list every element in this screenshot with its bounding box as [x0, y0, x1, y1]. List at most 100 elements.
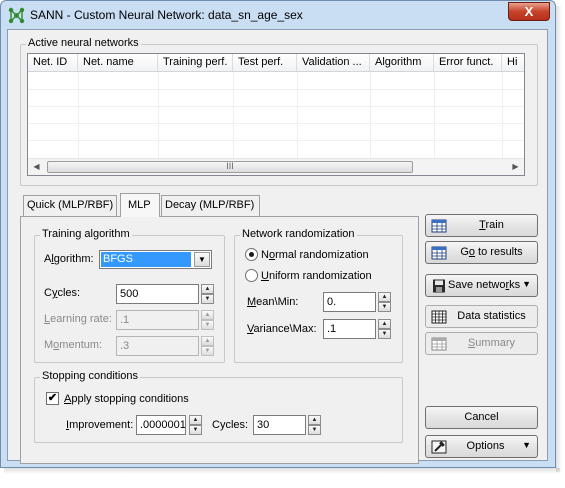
apply-stopping-checkbox[interactable]: ✔ — [46, 392, 59, 405]
network-randomization-label: Network randomization — [240, 228, 357, 240]
spin-down-icon[interactable]: ▼ — [378, 302, 391, 312]
go-to-results-button[interactable]: Go to results — [425, 241, 538, 264]
column-header-algorithm[interactable]: Algorithm — [370, 54, 434, 71]
summary-button[interactable]: Summary — [425, 332, 538, 355]
networks-list-header: Net. ID Net. name Training perf. Test pe… — [28, 54, 524, 72]
stopping-conditions-label: Stopping conditions — [40, 370, 141, 382]
spin-up-icon[interactable]: ▲ — [189, 415, 202, 425]
spin-up-icon[interactable]: ▲ — [201, 310, 214, 320]
momentum-label: Momentum: — [44, 339, 103, 351]
column-header-net-name[interactable]: Net. name — [78, 54, 158, 71]
algorithm-select[interactable]: BFGS ▼ — [99, 250, 212, 269]
scroll-right-icon[interactable]: ▶ — [507, 159, 524, 175]
mean-min-spinner[interactable]: ▲ ▼ — [378, 292, 391, 312]
floppy-disk-icon — [433, 279, 445, 293]
mean-min-field[interactable]: 0. — [323, 292, 376, 312]
scroll-thumb[interactable]: III — [47, 161, 413, 173]
options-button[interactable]: Options ▼ — [425, 435, 538, 458]
grid-line — [502, 72, 503, 158]
uniform-randomization-radio[interactable] — [245, 269, 258, 282]
results-grid-icon — [431, 246, 447, 260]
learning-rate-label: Learning rate: — [44, 313, 112, 325]
variance-max-spinner[interactable]: ▲ ▼ — [378, 319, 391, 339]
normal-randomization-radio[interactable] — [245, 248, 258, 261]
tab-mlp[interactable]: MLP — [120, 193, 160, 217]
cancel-label: Cancel — [464, 411, 499, 423]
grid-line — [233, 72, 234, 158]
cycles-label: Cycles: — [44, 287, 81, 299]
close-button[interactable]: X — [508, 2, 550, 21]
close-icon: X — [524, 4, 534, 19]
apply-stopping-label[interactable]: Apply stopping conditions — [64, 393, 189, 405]
spin-down-icon[interactable]: ▼ — [201, 320, 214, 330]
cycles-spinner[interactable]: ▲ ▼ — [201, 284, 214, 304]
column-header-hidden[interactable]: Hi — [502, 54, 524, 71]
summary-label: Summary — [467, 337, 516, 349]
tab-decay[interactable]: Decay (MLP/RBF) — [161, 195, 260, 216]
networks-list[interactable]: Net. ID Net. name Training perf. Test pe… — [27, 53, 525, 176]
horizontal-scrollbar[interactable]: ◀ III ▶ — [28, 158, 524, 175]
algorithm-selected-value: BFGS — [101, 252, 191, 267]
data-statistics-button[interactable]: Data statistics — [425, 305, 538, 328]
improvement-label: Improvement: — [66, 419, 134, 431]
save-networks-button[interactable]: Save networks ▼ — [425, 274, 538, 297]
options-label: Options — [466, 440, 505, 452]
go-to-results-label: Go to results — [460, 246, 523, 258]
mean-min-label: Mean\Min: — [247, 296, 299, 308]
stop-cycles-label: Cycles: — [212, 419, 249, 431]
spin-down-icon[interactable]: ▼ — [189, 425, 202, 435]
spin-down-icon[interactable]: ▼ — [201, 346, 214, 356]
networks-list-body[interactable] — [28, 72, 524, 158]
chevron-down-icon[interactable]: ▼ — [194, 252, 210, 267]
column-header-error-funct[interactable]: Error funct. — [434, 54, 502, 71]
learning-rate-field[interactable]: .1 — [116, 310, 199, 330]
train-button[interactable]: Train — [425, 214, 538, 237]
column-header-test-perf[interactable]: Test perf. — [233, 54, 297, 71]
neural-network-icon — [8, 7, 25, 24]
tab-decay-label: Decay (MLP/RBF) — [165, 199, 255, 211]
grid-line — [158, 72, 159, 158]
momentum-field[interactable]: .3 — [116, 336, 199, 356]
save-networks-label: Save networks — [448, 279, 521, 291]
normal-randomization-label[interactable]: Normal randomization — [261, 249, 369, 261]
spin-up-icon[interactable]: ▲ — [201, 336, 214, 346]
spin-up-icon[interactable]: ▲ — [308, 415, 321, 425]
summary-sheet-icon — [431, 337, 447, 351]
momentum-spinner[interactable]: ▲ ▼ — [201, 336, 214, 356]
cycles-field[interactable]: 500 — [116, 284, 199, 304]
cancel-button[interactable]: Cancel — [425, 406, 538, 429]
spin-down-icon[interactable]: ▼ — [308, 425, 321, 435]
networks-group-label: Active neural networks — [26, 37, 141, 49]
variance-max-field[interactable]: .1 — [323, 319, 376, 339]
grid-line — [370, 72, 371, 158]
tab-quick[interactable]: Quick (MLP/RBF) — [23, 195, 117, 216]
grid-line — [28, 140, 524, 141]
spin-up-icon[interactable]: ▲ — [378, 319, 391, 329]
window-shadow-bottom — [4, 468, 560, 474]
train-grid-icon — [431, 219, 447, 233]
scroll-left-icon[interactable]: ◀ — [28, 159, 45, 175]
learning-rate-spinner[interactable]: ▲ ▼ — [201, 310, 214, 330]
training-algorithm-label: Training algorithm — [40, 228, 132, 240]
uniform-randomization-label[interactable]: Uniform randomization — [261, 270, 372, 282]
stop-cycles-field[interactable]: 30 — [253, 415, 306, 435]
spin-up-icon[interactable]: ▲ — [201, 284, 214, 294]
improvement-spinner[interactable]: ▲ ▼ — [189, 415, 202, 435]
checkmark-icon: ✔ — [47, 392, 58, 404]
column-header-training-perf[interactable]: Training perf. — [158, 54, 233, 71]
stop-cycles-spinner[interactable]: ▲ ▼ — [308, 415, 321, 435]
improvement-field[interactable]: .0000001 — [136, 415, 186, 435]
title-bar[interactable]: SANN - Custom Neural Network: data_sn_ag… — [1, 1, 555, 29]
chevron-down-icon: ▼ — [522, 440, 531, 450]
tab-quick-label: Quick (MLP/RBF) — [27, 199, 114, 211]
spin-down-icon[interactable]: ▼ — [201, 294, 214, 304]
column-header-validation[interactable]: Validation ... — [297, 54, 370, 71]
grid-line — [78, 72, 79, 158]
spin-down-icon[interactable]: ▼ — [378, 329, 391, 339]
stopping-conditions-group: Stopping conditions — [34, 370, 403, 443]
column-header-net-id[interactable]: Net. ID — [28, 54, 78, 71]
spreadsheet-icon — [431, 310, 447, 324]
spin-up-icon[interactable]: ▲ — [378, 292, 391, 302]
grid-line — [297, 72, 298, 158]
grid-line — [434, 72, 435, 158]
